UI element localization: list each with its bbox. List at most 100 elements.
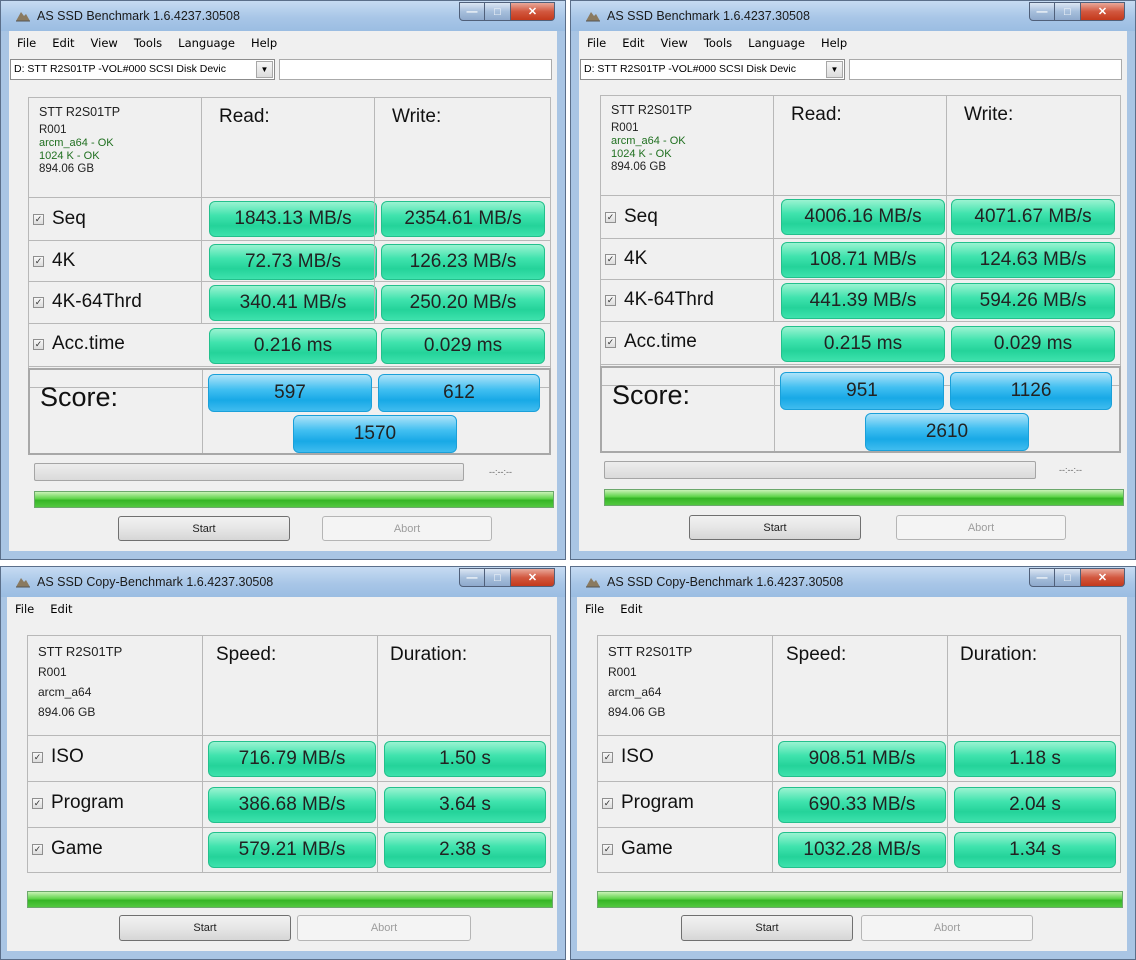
start-button[interactable]: Start (119, 915, 291, 941)
menu-help[interactable]: Help (821, 36, 847, 50)
game-duration-value: 1.34 s (954, 832, 1116, 868)
4k64-checkbox[interactable]: ✓ (33, 296, 44, 308)
divider (201, 98, 202, 324)
drive-firmware: R001 (38, 665, 67, 679)
program-checkbox[interactable]: ✓ (32, 797, 43, 809)
maximize-button[interactable]: □ (485, 568, 511, 587)
driver-status: arcm_a64 - OK (39, 137, 114, 149)
menu-language[interactable]: Language (748, 36, 805, 50)
minimize-button[interactable]: — (1029, 568, 1055, 587)
iso-label: ISO (621, 746, 654, 767)
4k64-checkbox[interactable]: ✓ (605, 294, 616, 306)
chevron-down-icon[interactable]: ▼ (256, 61, 273, 78)
acc-read-value: 0.215 ms (781, 326, 945, 362)
score-total: 1570 (293, 415, 457, 453)
benchmark-window-2: AS SSD Benchmark 1.6.4237.30508 — □ ✕ Fi… (570, 0, 1136, 560)
maximize-button[interactable]: □ (1055, 2, 1081, 21)
result-row: ✓ Game 579.21 MB/s 2.38 s (28, 828, 550, 872)
window-title: AS SSD Copy-Benchmark 1.6.4237.30508 (607, 575, 844, 589)
menu-help[interactable]: Help (251, 36, 277, 50)
menu-edit[interactable]: Edit (52, 36, 74, 50)
game-checkbox[interactable]: ✓ (32, 843, 43, 855)
menu-file[interactable]: File (587, 36, 606, 50)
iso-label: ISO (51, 746, 84, 767)
seq-read-value: 4006.16 MB/s (781, 199, 945, 235)
seq-checkbox[interactable]: ✓ (33, 213, 44, 225)
close-button[interactable]: ✕ (511, 568, 555, 587)
close-button[interactable]: ✕ (1081, 568, 1125, 587)
maximize-button[interactable]: □ (1055, 568, 1081, 587)
menu-file[interactable]: File (17, 36, 36, 50)
drive-firmware: R001 (39, 124, 67, 136)
seq-checkbox[interactable]: ✓ (605, 211, 616, 223)
iso-checkbox[interactable]: ✓ (602, 751, 613, 763)
close-button[interactable]: ✕ (1081, 2, 1125, 21)
header-row: STT R2S01TP R001 arcm_a64 - OK 1024 K - … (601, 96, 1120, 196)
4k-checkbox[interactable]: ✓ (33, 255, 44, 267)
score-panel: Score: 597 612 1570 (28, 368, 551, 455)
menu-language[interactable]: Language (178, 36, 235, 50)
chevron-down-icon[interactable]: ▼ (826, 61, 843, 78)
game-checkbox[interactable]: ✓ (602, 843, 613, 855)
iso-checkbox[interactable]: ✓ (32, 751, 43, 763)
abort-button[interactable]: Abort (896, 515, 1066, 540)
window-controls: — □ ✕ (1029, 568, 1125, 588)
menu-view[interactable]: View (661, 36, 688, 50)
score-panel: Score: 951 1126 2610 (600, 366, 1121, 453)
acc-checkbox[interactable]: ✓ (605, 336, 616, 348)
drive-select[interactable]: D: STT R2S01TP -VOL#000 SCSI Disk Devic … (10, 59, 275, 80)
4k-checkbox[interactable]: ✓ (605, 253, 616, 265)
4k64-label: 4K-64Thrd (52, 291, 142, 312)
menu-edit[interactable]: Edit (50, 602, 72, 616)
divider (202, 370, 203, 453)
title-bar[interactable]: AS SSD Benchmark 1.6.4237.30508 — □ ✕ (1, 1, 565, 31)
menu-tools[interactable]: Tools (134, 36, 162, 50)
score-label: Score: (612, 380, 691, 410)
title-bar[interactable]: AS SSD Copy-Benchmark 1.6.4237.30508 — □… (571, 567, 1135, 597)
drive-model: STT R2S01TP (38, 644, 123, 659)
acc-checkbox[interactable]: ✓ (33, 338, 44, 350)
maximize-icon: □ (494, 5, 501, 18)
start-button[interactable]: Start (118, 516, 290, 541)
seq-label: Seq (624, 206, 658, 227)
start-button[interactable]: Start (689, 515, 861, 540)
divider (773, 96, 774, 322)
menu-edit[interactable]: Edit (622, 36, 644, 50)
4k64-write-value: 594.26 MB/s (951, 283, 1115, 319)
menu-file[interactable]: File (15, 602, 34, 616)
divider (377, 636, 378, 872)
result-row: ✓ Acc.time 0.215 ms 0.029 ms (601, 322, 1120, 365)
title-bar[interactable]: AS SSD Benchmark 1.6.4237.30508 — □ ✕ (571, 1, 1135, 31)
menu-view[interactable]: View (91, 36, 118, 50)
row-label-acc: ✓ Acc.time (605, 331, 697, 353)
drive-select[interactable]: D: STT R2S01TP -VOL#000 SCSI Disk Devic … (580, 59, 845, 80)
task-progress-bar (34, 463, 464, 481)
minimize-button[interactable]: — (459, 568, 485, 587)
close-button[interactable]: ✕ (511, 2, 555, 21)
path-input[interactable] (849, 59, 1122, 80)
client-area: File Edit STT R2S01TP R001 arcm_a64 894.… (7, 597, 557, 951)
drive-info: STT R2S01TP R001 arcm_a64 - OK 1024 K - … (611, 104, 692, 174)
minimize-button[interactable]: — (459, 2, 485, 21)
drive-model: STT R2S01TP (608, 644, 693, 659)
seq-write-value: 2354.61 MB/s (381, 201, 545, 237)
menu-file[interactable]: File (585, 602, 604, 616)
window-controls: — □ ✕ (459, 2, 555, 22)
result-row: ✓ ISO 716.79 MB/s 1.50 s (28, 736, 550, 782)
abort-button[interactable]: Abort (322, 516, 492, 541)
path-input[interactable] (279, 59, 552, 80)
client-area: File Edit STT R2S01TP R001 arcm_a64 894.… (577, 597, 1127, 951)
abort-button[interactable]: Abort (297, 915, 471, 941)
program-checkbox[interactable]: ✓ (602, 797, 613, 809)
drive-info: STT R2S01TP R001 arcm_a64 894.06 GB (608, 642, 692, 722)
maximize-button[interactable]: □ (485, 2, 511, 21)
minimize-button[interactable]: — (1029, 2, 1055, 21)
abort-button[interactable]: Abort (861, 915, 1033, 941)
acc-read-value: 0.216 ms (209, 328, 377, 364)
start-button[interactable]: Start (681, 915, 853, 941)
score-total: 2610 (865, 413, 1029, 451)
title-bar[interactable]: AS SSD Copy-Benchmark 1.6.4237.30508 — □… (1, 567, 565, 597)
row-label-program: ✓ Program (602, 792, 694, 814)
menu-edit[interactable]: Edit (620, 602, 642, 616)
menu-tools[interactable]: Tools (704, 36, 732, 50)
